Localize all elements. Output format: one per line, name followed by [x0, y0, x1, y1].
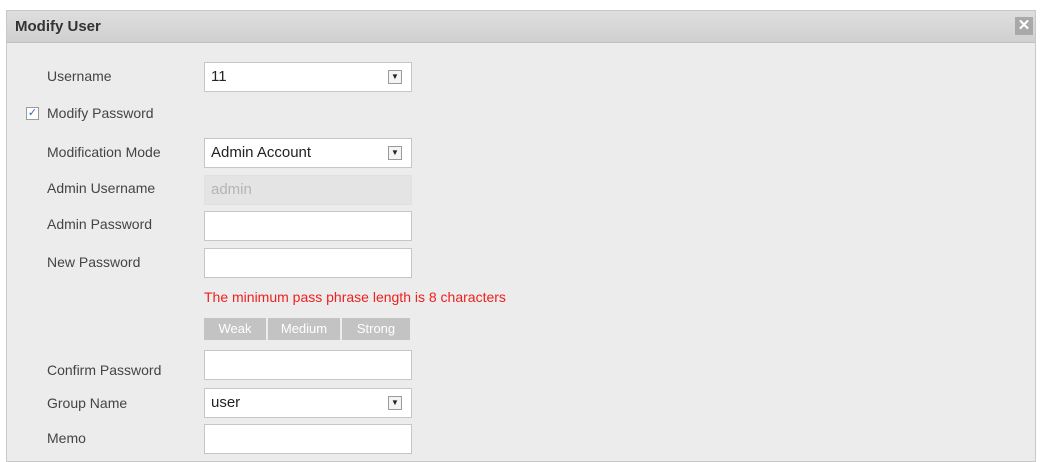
new-password-field[interactable] [204, 248, 412, 278]
modification-mode-label: Modification Mode [47, 144, 161, 160]
group-name-select[interactable]: user ▼ [204, 388, 412, 418]
modify-password-checkbox[interactable]: ✓ [26, 107, 39, 120]
strength-strong: Strong [342, 318, 410, 340]
group-name-selected-value: user [211, 394, 241, 411]
group-name-label: Group Name [47, 395, 128, 411]
dialog-title: Modify User [15, 18, 101, 35]
admin-username-label: Admin Username [47, 180, 156, 196]
modify-user-dialog: Modify User ✕ Username 11 ▼ ✓ Modify Pas… [6, 10, 1036, 462]
modification-mode-select[interactable]: Admin Account ▼ [204, 138, 412, 168]
close-icon: ✕ [1017, 17, 1031, 34]
modify-password-label: Modify Password [47, 105, 154, 121]
password-strength-meter: Weak Medium Strong [204, 318, 410, 340]
memo-label: Memo [47, 430, 86, 446]
admin-username-field: admin [204, 175, 412, 205]
strength-medium: Medium [268, 318, 340, 340]
check-icon: ✓ [27, 107, 38, 119]
modification-mode-selected-value: Admin Account [211, 144, 312, 161]
chevron-down-icon: ▼ [388, 146, 402, 160]
password-length-hint: The minimum pass phrase length is 8 char… [204, 289, 506, 305]
username-label: Username [47, 68, 112, 84]
close-button[interactable]: ✕ [1015, 17, 1033, 35]
admin-password-field[interactable] [204, 211, 412, 241]
new-password-label: New Password [47, 254, 141, 270]
memo-field[interactable] [204, 424, 412, 454]
confirm-password-field[interactable] [204, 350, 412, 380]
username-select[interactable]: 11 ▼ [204, 62, 412, 92]
dialog-titlebar: Modify User ✕ [7, 11, 1035, 43]
chevron-down-icon: ▼ [388, 70, 402, 84]
confirm-password-label: Confirm Password [47, 362, 162, 378]
username-selected-value: 11 [211, 68, 227, 85]
admin-password-label: Admin Password [47, 216, 153, 232]
chevron-down-icon: ▼ [388, 396, 402, 410]
strength-weak: Weak [204, 318, 266, 340]
